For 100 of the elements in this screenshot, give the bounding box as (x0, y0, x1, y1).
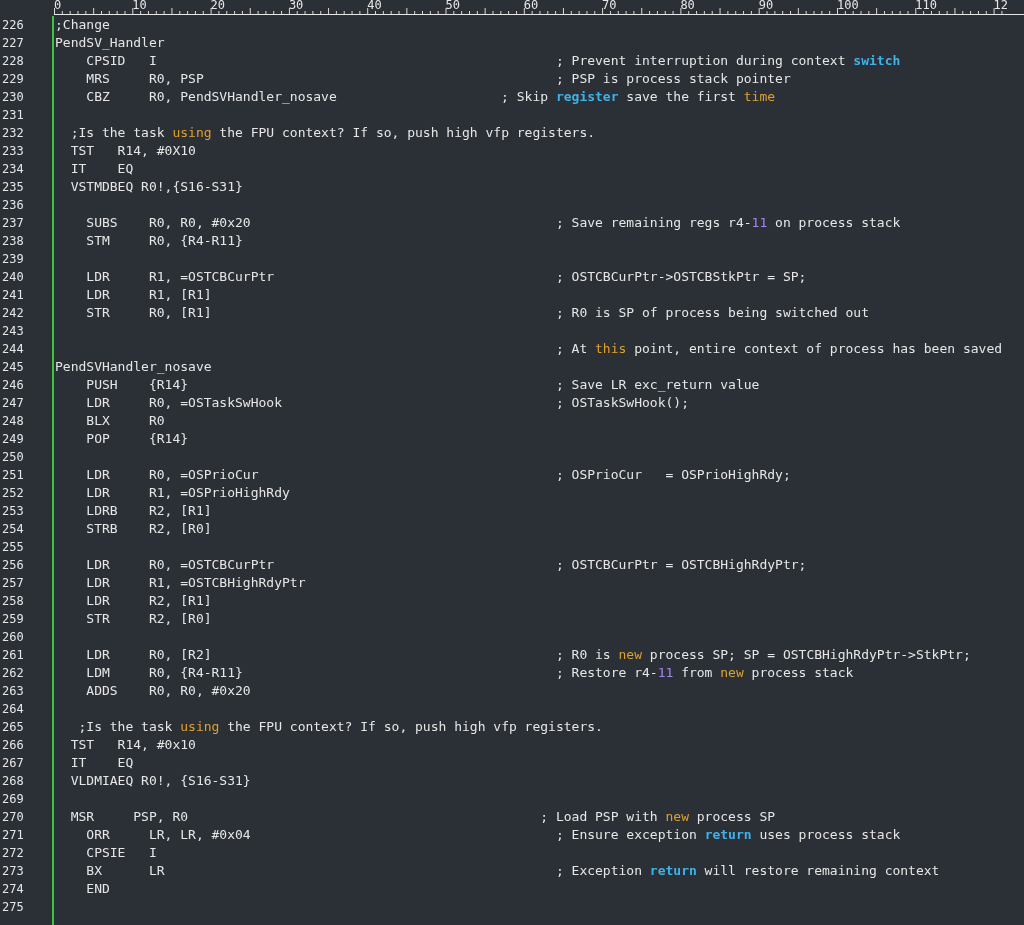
code-line: END (85, 881, 110, 896)
code-line: LDR R1, =OSPrioHighRdy (85, 485, 290, 500)
code-line: LDR R0, =OSPrioCur ; OSPrioCur = OSPrioHighRdy; (85, 467, 791, 482)
code-line: LDR R2, [R1] (85, 593, 212, 608)
code-line: STR R0, [R1] ; R0 is SP of process being switched out (85, 305, 869, 320)
code-line: VLDMIAEQ R0!, {S16-S31} (69, 773, 251, 788)
code-line: ; At this point, entire context of process has been saved (554, 341, 1003, 356)
line-number: 243 (1, 323, 25, 340)
line-number: 251 (1, 467, 25, 484)
line-number: 258 (1, 593, 25, 610)
code-line: LDR R1, [R1] (85, 287, 212, 302)
line-number: 266 (1, 737, 25, 754)
line-number: 253 (1, 503, 25, 520)
code-line: LDR R0, =OSTaskSwHook ; OSTaskSwHook(); (85, 395, 689, 410)
code-line: IT EQ (69, 161, 134, 176)
line-number: 228 (1, 53, 25, 70)
line-number: 270 (1, 809, 25, 826)
code-line: LDR R0, =OSTCBCurPtr ; OSTCBCurPtr = OSTCBHighRdyPtr; (85, 557, 807, 572)
line-number: 227 (1, 35, 25, 52)
code-line: STM R0, {R4-R11} (85, 233, 243, 248)
line-number: 238 (1, 233, 25, 250)
line-number: 237 (1, 215, 25, 232)
code-line: TST R14, #0X10 (69, 143, 196, 158)
ruler-label: 60 (523, 0, 539, 12)
line-number: 229 (1, 71, 25, 88)
line-number: 236 (1, 197, 25, 214)
code-line: TST R14, #0x10 (69, 737, 196, 752)
line-number: 264 (1, 701, 25, 718)
line-number: 242 (1, 305, 25, 322)
line-number: 248 (1, 413, 25, 430)
code-line: LDR R1, =OSTCBHighRdyPtr (85, 575, 306, 590)
ruler-label: 10 (132, 0, 147, 12)
line-number: 271 (1, 827, 25, 844)
code-line: PUSH {R14} ; Save LR exc_return value (85, 377, 760, 392)
line-number: 239 (1, 251, 25, 268)
code-line: CBZ R0, PendSVHandler_nosave ; Skip register save the first time (85, 89, 776, 104)
code-line: PendSVHandler_nosave (55, 359, 212, 374)
line-number: 273 (1, 863, 25, 880)
ruler-label: 80 (680, 0, 695, 12)
code-line: ;Change (55, 17, 110, 32)
code-line: MSR PSP, R0 ; Load PSP with new process SP (69, 809, 776, 824)
line-number: 263 (1, 683, 25, 700)
line-number: 267 (1, 755, 25, 772)
line-number: 268 (1, 773, 25, 790)
line-number: 262 (1, 665, 25, 682)
line-number: 246 (1, 377, 25, 394)
code-line: IT EQ (69, 755, 134, 770)
code-line: POP {R14} (85, 431, 189, 446)
ruler-label: 20 (210, 0, 226, 12)
line-number: 260 (1, 629, 25, 646)
line-number: 269 (1, 791, 25, 808)
ruler-label: 90 (758, 0, 774, 12)
line-number: 230 (1, 89, 25, 106)
code-line: LDR R0, [R2] ; R0 is new process SP; SP = OSTCBHighRdyPtr->StkPtr; (85, 647, 971, 662)
line-number: 233 (1, 143, 25, 160)
line-number: 232 (1, 125, 25, 142)
line-number: 240 (1, 269, 25, 286)
line-number: 226 (1, 17, 25, 34)
code-line: ORR LR, LR, #0x04 ; Ensure exception return uses process stack (85, 827, 901, 842)
line-number: 247 (1, 395, 25, 412)
line-number: 255 (1, 539, 25, 556)
line-number: 274 (1, 881, 25, 898)
line-number: 257 (1, 575, 25, 592)
code-line: LDM R0, {R4-R11} ; Restore r4-11 from new process stack (85, 665, 854, 680)
line-number: 259 (1, 611, 25, 628)
line-number: 252 (1, 485, 25, 502)
line-number: 234 (1, 161, 25, 178)
code-line: ADDS R0, R0, #0x20 (85, 683, 251, 698)
ruler-label: 40 (367, 0, 382, 12)
code-line: ;Is the task using the FPU context? If so, push high vfp registers. (77, 719, 603, 734)
code-line: MRS R0, PSP ; PSP is process stack pointer (85, 71, 791, 86)
line-number: 250 (1, 449, 25, 466)
code-line: ;Is the task using the FPU context? If so, push high vfp registers. (69, 125, 596, 140)
ruler-label: 70 (602, 0, 617, 12)
code-line: CPSID I ; Prevent interruption during context switch (85, 53, 901, 68)
code-line: STR R2, [R0] (85, 611, 212, 626)
ruler-label: 30 (288, 0, 304, 12)
code-line: LDR R1, =OSTCBCurPtr ; OSTCBCurPtr->OSTCBStkPtr = SP; (85, 269, 807, 284)
line-number: 254 (1, 521, 25, 538)
code-line: CPSIE I (85, 845, 157, 860)
line-number: 244 (1, 341, 25, 358)
ruler-label: 50 (445, 0, 460, 12)
ruler-label: 12 (993, 0, 1009, 12)
line-number: 241 (1, 287, 25, 304)
line-number: 231 (1, 107, 25, 124)
line-number: 265 (1, 719, 25, 736)
code-line: STRB R2, [R0] (85, 521, 212, 536)
code-line: VSTMDBEQ R0!,{S16-S31} (69, 179, 243, 194)
ruler-label: 110 (915, 0, 937, 12)
code-line: BLX R0 (85, 413, 165, 428)
line-number: 245 (1, 359, 25, 376)
line-number: 272 (1, 845, 25, 862)
code-line: PendSV_Handler (55, 35, 165, 50)
code-line: BX LR ; Exception return will restore remaining context (85, 863, 940, 878)
ruler-label: 0 (54, 0, 62, 12)
line-number: 261 (1, 647, 25, 664)
line-number: 235 (1, 179, 25, 196)
ruler-label: 100 (837, 0, 859, 12)
line-number: 275 (1, 899, 25, 916)
line-number: 256 (1, 557, 25, 574)
